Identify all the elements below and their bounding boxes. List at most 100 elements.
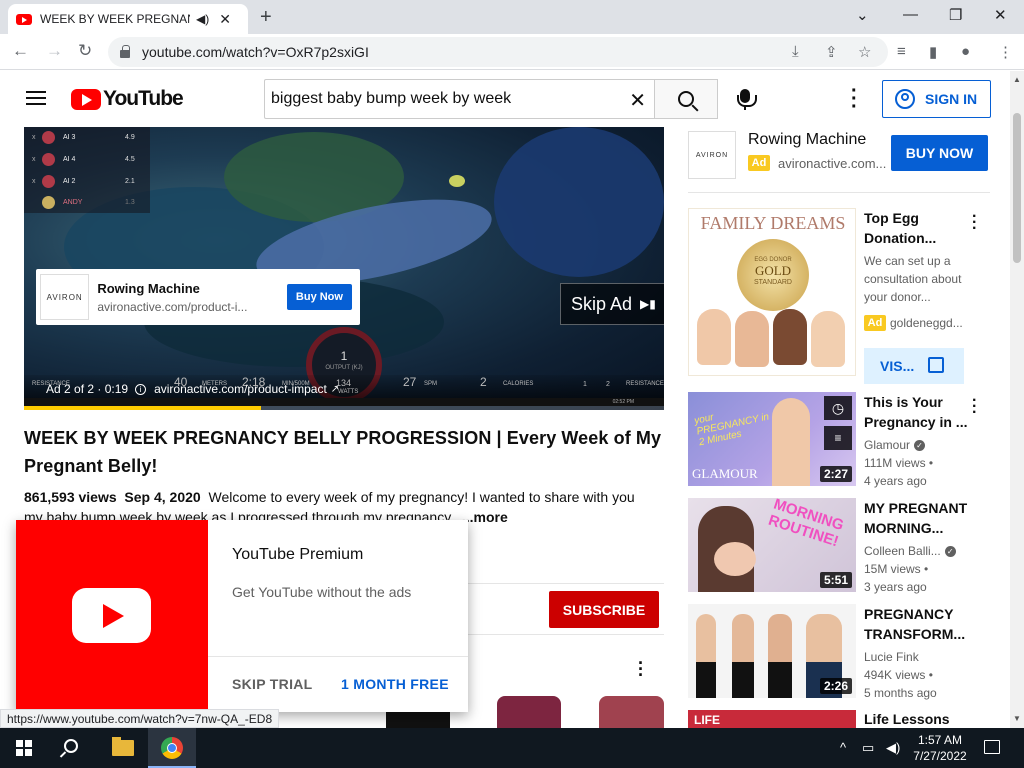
microphone-icon[interactable] bbox=[737, 89, 757, 110]
speaker-icon[interactable]: ◀) bbox=[196, 12, 209, 26]
reload-icon[interactable]: ↻ bbox=[78, 41, 92, 61]
volume-icon[interactable]: ◀) bbox=[886, 740, 900, 756]
scrollbar-thumb[interactable] bbox=[1013, 113, 1021, 263]
video-views: 111M views • bbox=[864, 456, 934, 470]
clear-search-icon[interactable]: ✕ bbox=[629, 88, 646, 113]
youtube-logo[interactable]: YouTube bbox=[71, 87, 184, 111]
person-figure bbox=[696, 662, 716, 698]
one-month-free-button[interactable]: 1 MONTH FREE bbox=[341, 676, 449, 692]
address-url[interactable]: youtube.com/watch?v=OxR7p2sxiGI bbox=[142, 44, 369, 60]
tab-search-chevron-icon[interactable]: ⌄ bbox=[856, 6, 869, 24]
taskbar-clock[interactable]: 1:57 AM 7/27/2022 bbox=[910, 732, 970, 764]
search-query[interactable]: biggest baby bump week by week bbox=[271, 90, 511, 108]
video-channel[interactable]: Lucie Fink bbox=[864, 648, 919, 666]
file-explorer-icon[interactable] bbox=[112, 737, 134, 756]
ad-info-icon[interactable]: i bbox=[135, 383, 147, 395]
search-button[interactable] bbox=[654, 79, 718, 119]
forward-arrow-icon[interactable]: → bbox=[46, 41, 63, 61]
hud-label: CALORIES bbox=[503, 381, 534, 387]
address-bar[interactable]: youtube.com/watch?v=OxR7p2sxiGI bbox=[108, 37, 888, 67]
minimize-icon[interactable]: — bbox=[903, 6, 918, 23]
video-thumbnail[interactable]: your PREGNANCY in 2 Minutes GLAMOUR ◷ ≡ … bbox=[688, 392, 856, 486]
tray-chevron-icon[interactable]: ^ bbox=[840, 740, 846, 755]
video-title[interactable]: Life Lessons bbox=[864, 709, 974, 729]
visit-site-button[interactable]: VIS... bbox=[864, 348, 964, 384]
sidebar-ad[interactable]: AVIRON Rowing Machine Ad avironactive.co… bbox=[688, 127, 990, 193]
browser-tab-strip: WEEK BY WEEK PREGNANCY BELLY PROGRESSION… bbox=[0, 0, 1024, 34]
video-channel[interactable]: Colleen Balli... ✓ bbox=[864, 542, 956, 560]
video-thumbnail[interactable]: MORNING ROUTINE! 5:51 bbox=[688, 498, 856, 592]
hamburger-menu-icon[interactable] bbox=[26, 91, 46, 105]
search-icon bbox=[678, 91, 694, 107]
promo-thumbnail[interactable]: FAMILY DREAMS EGG DONOR GOLD STANDARD bbox=[688, 208, 856, 376]
video-thumbnail[interactable]: LIFE bbox=[688, 710, 856, 728]
taskbar-chrome-button[interactable] bbox=[148, 728, 196, 768]
install-icon[interactable]: ⤓ bbox=[792, 43, 799, 60]
promo-title[interactable]: Top Egg Donation... bbox=[864, 208, 974, 248]
scoreboard-row: x AI 4 4.5 bbox=[32, 151, 142, 167]
skip-ad-label: Skip Ad bbox=[571, 293, 633, 314]
close-window-icon[interactable]: ✕ bbox=[994, 6, 1007, 24]
ad-progress-bar[interactable] bbox=[24, 406, 664, 410]
side-panel-icon[interactable]: ▮ bbox=[929, 43, 937, 61]
merch-item[interactable] bbox=[599, 696, 664, 730]
share-icon[interactable]: ⇪ bbox=[825, 43, 838, 61]
media-control-icon[interactable]: ≡ bbox=[897, 43, 906, 60]
skip-ad-button[interactable]: Skip Ad ▶▮ bbox=[560, 283, 664, 325]
notification-icon[interactable] bbox=[984, 740, 1000, 754]
add-to-queue-icon[interactable]: ≡ bbox=[824, 426, 852, 450]
promo-more-icon[interactable]: · · · bbox=[972, 209, 977, 237]
youtube-favicon-icon bbox=[16, 13, 32, 25]
page-scrollbar[interactable]: ▲ ▼ bbox=[1010, 71, 1024, 728]
video-title[interactable]: This is Your Pregnancy in ... bbox=[864, 392, 974, 432]
video-player[interactable]: x AI 3 4.9 x AI 4 4.5 x AI 2 2.1 ANDY 1.3 AVIRO… bbox=[24, 127, 664, 410]
sidebar-buy-now-button[interactable]: BUY NOW bbox=[891, 135, 988, 171]
ad-link[interactable]: avironactive.com/product-impact bbox=[154, 382, 327, 396]
video-title[interactable]: PREGNANCY TRANSFORM... bbox=[864, 604, 974, 644]
ad-card-title: Rowing Machine bbox=[97, 280, 200, 296]
profile-icon[interactable]: ● bbox=[961, 43, 970, 60]
subscribe-button[interactable]: SUBSCRIBE bbox=[549, 591, 659, 628]
restore-icon[interactable]: ❐ bbox=[949, 6, 962, 24]
hud-label: RESISTANCE bbox=[626, 381, 664, 387]
taskbar-search-icon[interactable] bbox=[64, 739, 78, 753]
youtube-logo-text: YouTube bbox=[103, 87, 184, 110]
network-icon[interactable]: ▭ bbox=[862, 740, 874, 756]
ad-badge: Ad bbox=[864, 315, 886, 331]
windows-start-icon[interactable] bbox=[16, 740, 32, 756]
skip-trial-button[interactable]: SKIP TRIAL bbox=[232, 676, 313, 692]
merch-item[interactable] bbox=[497, 696, 561, 730]
overlay-ad-card[interactable]: AVIRON Rowing Machine avironactive.com/p… bbox=[36, 269, 360, 325]
tab-title: WEEK BY WEEK PREGNANCY BELLY PROGRESSION bbox=[40, 12, 190, 26]
video-title[interactable]: MY PREGNANT MORNING... bbox=[864, 498, 974, 538]
skip-next-icon: ▶▮ bbox=[640, 297, 656, 311]
ad-buy-now-button[interactable]: Buy Now bbox=[286, 284, 352, 310]
tab-close-icon[interactable]: ✕ bbox=[219, 11, 231, 28]
video-channel[interactable]: Glamour ✓ bbox=[864, 436, 926, 454]
external-link-icon[interactable]: ↗ bbox=[331, 384, 339, 395]
browser-tab[interactable]: WEEK BY WEEK PREGNANCY BELLY PROGRESSION… bbox=[8, 4, 248, 34]
settings-more-icon[interactable]: · · · bbox=[851, 81, 858, 117]
chrome-menu-icon[interactable]: ⋮ bbox=[998, 43, 1013, 61]
hud-value: 2 bbox=[480, 375, 487, 389]
show-more-link[interactable]: ...more bbox=[462, 509, 508, 525]
hud-label: SPM bbox=[424, 381, 438, 387]
more-options-icon[interactable]: · · · bbox=[638, 654, 644, 684]
new-tab-button[interactable]: + bbox=[260, 6, 272, 29]
lock-icon[interactable] bbox=[120, 44, 130, 58]
sidebar-ad-title[interactable]: Rowing Machine bbox=[748, 131, 866, 149]
video-more-icon[interactable]: · · · bbox=[972, 393, 977, 421]
account-circle-icon bbox=[895, 89, 915, 109]
video-thumbnail[interactable]: 2:26 bbox=[688, 604, 856, 698]
watch-later-icon[interactable]: ◷ bbox=[824, 396, 852, 420]
video-duration: 2:27 bbox=[819, 466, 852, 482]
search-input[interactable]: biggest baby bump week by week ✕ bbox=[264, 79, 656, 119]
scroll-up-icon[interactable]: ▲ bbox=[1013, 75, 1021, 84]
open-external-icon bbox=[928, 357, 944, 373]
sign-in-button[interactable]: SIGN IN bbox=[882, 80, 991, 118]
scroll-down-icon[interactable]: ▼ bbox=[1013, 714, 1021, 723]
back-arrow-icon[interactable]: ← bbox=[12, 41, 29, 61]
video-age: 4 years ago bbox=[864, 474, 927, 488]
bookmark-star-icon[interactable]: ☆ bbox=[858, 43, 871, 61]
clock-time: 1:57 AM bbox=[917, 733, 963, 747]
